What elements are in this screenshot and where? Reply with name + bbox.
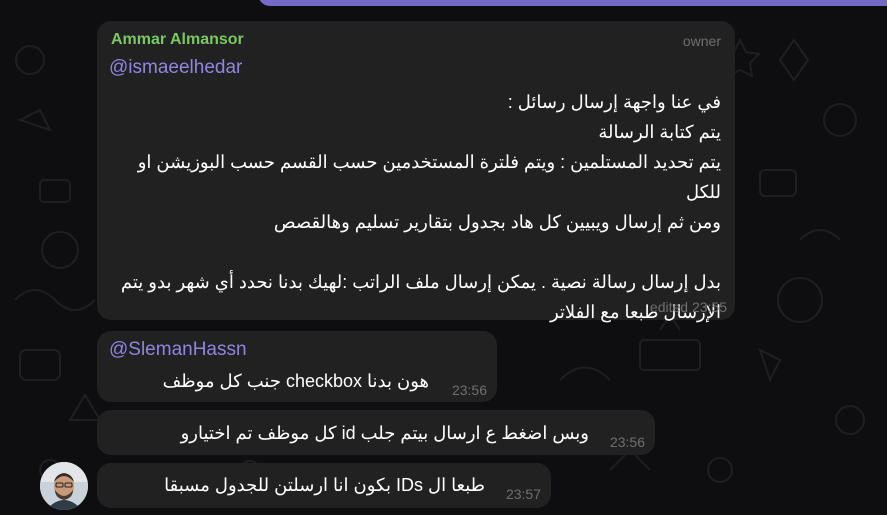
message-bubble[interactable]: @SlemanHassn هون بدنا checkbox جنب كل مو…	[97, 331, 497, 402]
mention-link[interactable]: @ismaeelhedar	[109, 57, 242, 79]
avatar-photo	[40, 462, 88, 510]
message-text: وبس اضغط ع ارسال بيتم جلب id كل موظف تم …	[180, 423, 589, 443]
message-timestamp: 23:57	[505, 486, 541, 502]
message-timestamp: 23:56	[451, 382, 487, 398]
mention-link[interactable]: @SlemanHassn	[109, 339, 247, 361]
message-bubble[interactable]: Ammar Almansor owner @ismaeelhedar في عن…	[97, 21, 735, 322]
message-text: طبعا ال IDs بكون انا ارسلتن للجدول مسبقا	[164, 475, 485, 495]
message-timestamp: edited 23:55	[649, 299, 727, 315]
sender-avatar[interactable]	[40, 462, 88, 510]
message-text: هون بدنا checkbox جنب كل موظف	[162, 371, 429, 391]
message-bubble[interactable]: وبس اضغط ع ارسال بيتم جلب id كل موظف تم …	[97, 410, 655, 455]
message-bubble[interactable]: طبعا ال IDs بكون انا ارسلتن للجدول مسبقا…	[97, 463, 551, 508]
message-timestamp: 23:56	[609, 434, 645, 450]
sender-name[interactable]: Ammar Almansor	[111, 31, 244, 49]
previous-outgoing-bubble-edge	[258, 0, 887, 6]
message-text: في عنا واجهة إرسال رسائل : يتم كتابة الر…	[120, 92, 721, 322]
admin-badge: owner	[682, 33, 721, 49]
